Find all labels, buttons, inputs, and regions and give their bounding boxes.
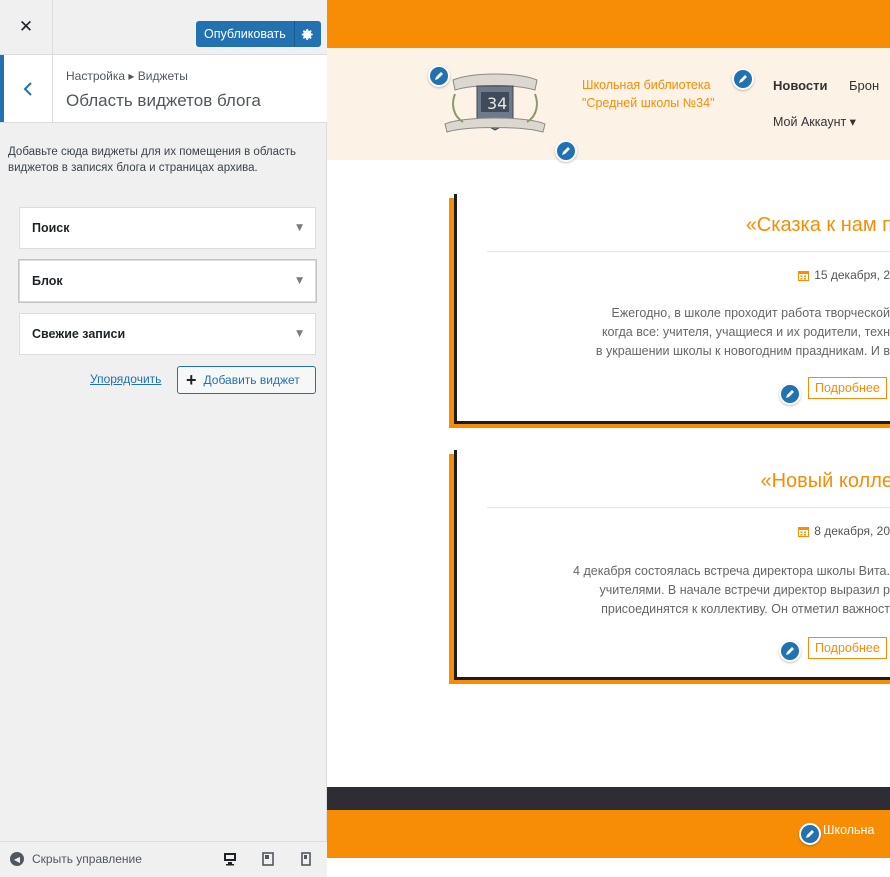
nav-item-news[interactable]: Новости: [773, 78, 828, 93]
customizer-sidebar: ✕ Опубликовать Настройка ▸ Виджеты Облас…: [0, 0, 327, 877]
customizer-footer: ◀ Скрыть управление: [0, 841, 327, 877]
edit-shortcut-post[interactable]: [779, 640, 801, 662]
section-description: Добавьте сюда виджеты для их помещения в…: [8, 146, 297, 174]
back-button[interactable]: [0, 55, 53, 122]
section-title: Область виджетов блога: [66, 91, 261, 110]
tablet-icon: [262, 852, 274, 866]
site-header: 34 Школьная библиотека "Средней школы №3…: [327, 48, 890, 160]
pencil-icon: [806, 830, 814, 838]
widget-block[interactable]: Блок ▼: [19, 260, 316, 302]
desktop-preview-button[interactable]: [222, 851, 238, 867]
top-bar: [327, 0, 890, 48]
mobile-icon: [301, 852, 311, 866]
close-icon: ✕: [18, 17, 34, 37]
widget-label: Поиск: [32, 221, 70, 235]
breadcrumb: Настройка ▸ Виджеты: [66, 69, 188, 83]
pencil-icon: [435, 72, 443, 80]
divider: [487, 507, 890, 508]
hide-controls-button[interactable]: ◀ Скрыть управление: [10, 852, 142, 866]
post-excerpt-line: присоединятся к коллективу. Он отметил в…: [601, 602, 890, 616]
site-preview: 34 Школьная библиотека "Средней школы №3…: [327, 0, 890, 877]
widget-label: Свежие записи: [32, 327, 126, 341]
close-button[interactable]: ✕: [0, 0, 53, 54]
desktop-icon: [224, 853, 236, 866]
site-logo[interactable]: 34: [443, 64, 547, 144]
post-excerpt-line: в украшении школы к новогодним праздника…: [595, 344, 890, 358]
chevron-down-icon[interactable]: ▼: [296, 329, 303, 339]
post-excerpt-line: учителями. В начале встречи директор выр…: [599, 583, 890, 597]
add-widget-button[interactable]: + Добавить виджет: [177, 366, 316, 394]
gear-icon: [302, 28, 313, 40]
tablet-preview-button[interactable]: [260, 851, 276, 867]
publish-settings-button[interactable]: [293, 21, 321, 47]
section-header: Настройка ▸ Виджеты Область виджетов бло…: [0, 55, 327, 123]
calendar-icon: [798, 270, 810, 281]
footer-widgets-bar: [327, 787, 890, 810]
chevron-left-icon: [23, 81, 32, 96]
pencil-icon: [786, 647, 794, 655]
read-more-button[interactable]: Подробнее: [808, 637, 887, 659]
post-card: «Новый колле 8 декабря, 20 4 декабря сос…: [454, 450, 890, 680]
add-widget-label: Добавить виджет: [203, 373, 300, 387]
widget-search[interactable]: Поиск ▼: [19, 207, 316, 249]
edit-shortcut-logo[interactable]: [428, 65, 450, 87]
publish-button[interactable]: Опубликовать: [196, 21, 294, 47]
post-card: «Сказка к нам п 15 декабря, 2 Ежегодно, …: [454, 194, 890, 424]
pencil-icon: [786, 390, 794, 398]
chevron-down-icon[interactable]: ▼: [296, 276, 303, 286]
post-excerpt-line: 4 декабря состоялась встреча директора ш…: [573, 564, 890, 578]
svg-text:34: 34: [487, 94, 507, 113]
divider: [487, 251, 890, 252]
read-more-button[interactable]: Подробнее: [808, 377, 887, 399]
post-date: 8 декабря, 20: [798, 524, 890, 538]
edit-shortcut-footer[interactable]: [799, 823, 821, 845]
post-date-text: 8 декабря, 20: [814, 524, 890, 538]
site-title[interactable]: Школьная библиотека "Средней школы №34": [582, 76, 747, 112]
hide-controls-label: Скрыть управление: [32, 852, 142, 866]
post-excerpt-line: Ежегодно, в школе проходит работа творче…: [611, 306, 890, 320]
mobile-preview-button[interactable]: [298, 851, 314, 867]
edit-shortcut-tagline[interactable]: [555, 140, 577, 162]
calendar-icon: [798, 526, 810, 537]
pencil-icon: [562, 147, 570, 155]
chevron-down-icon[interactable]: ▼: [296, 223, 303, 233]
post-title[interactable]: «Сказка к нам п: [457, 214, 890, 237]
post-date: 15 декабря, 2: [798, 268, 890, 282]
post-excerpt-line: когда все: учителя, учащиеся и их родите…: [601, 325, 890, 339]
publish-group: Опубликовать: [196, 21, 321, 47]
plus-icon: +: [186, 370, 197, 390]
widget-recent-posts[interactable]: Свежие записи ▼: [19, 313, 316, 355]
footer-site-title[interactable]: Школьна: [823, 823, 874, 837]
collapse-arrow-icon: ◀: [10, 852, 24, 866]
reorder-link[interactable]: Упорядочить: [90, 372, 161, 386]
customizer-header: ✕ Опубликовать: [0, 0, 327, 55]
post-title[interactable]: «Новый колле: [457, 470, 890, 493]
nav-item-my-account[interactable]: Мой Аккаунт ▾: [773, 114, 856, 129]
nav-item-booking[interactable]: Брон: [849, 78, 879, 93]
edit-shortcut-post[interactable]: [779, 383, 801, 405]
widget-label: Блок: [32, 274, 63, 288]
pencil-icon: [739, 75, 747, 83]
edit-shortcut-menu[interactable]: [732, 68, 754, 90]
post-date-text: 15 декабря, 2: [814, 268, 890, 282]
